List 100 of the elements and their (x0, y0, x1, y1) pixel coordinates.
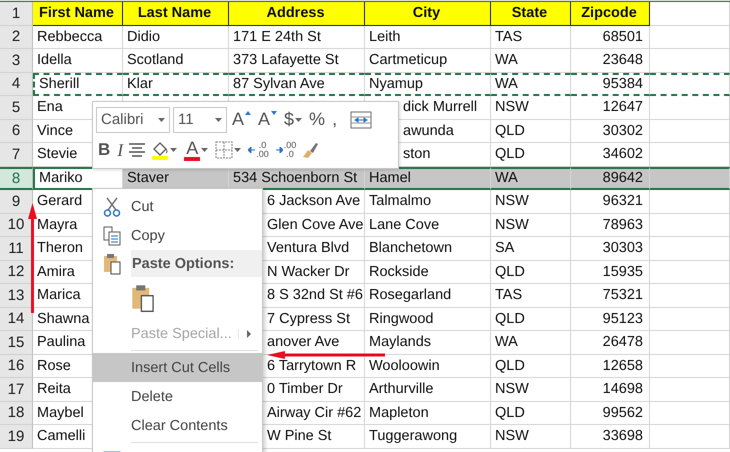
table-cell: NSW (491, 190, 571, 214)
table-cell: NSW (491, 214, 571, 237)
row-number[interactable]: 15 (0, 331, 33, 354)
table-cell: WA (491, 49, 571, 72)
table-cell: 15935 (571, 260, 650, 284)
dropdown-caret-icon[interactable] (295, 118, 302, 122)
table-cell: Blanchetown (365, 237, 491, 260)
row-number[interactable]: 17 (0, 378, 33, 402)
table-cell: 75321 (571, 284, 650, 308)
table-cell: 26478 (571, 331, 650, 354)
format-button[interactable]: % (307, 106, 328, 133)
table-cell: Talmalmo (365, 190, 491, 214)
row-number[interactable]: 7 (0, 143, 33, 166)
table-cell: Rockside (365, 260, 491, 284)
column-heading: Address (229, 2, 365, 26)
borders-icon (215, 141, 234, 160)
currency-button[interactable]: $ (282, 106, 304, 133)
table-cell: NSW (491, 425, 571, 448)
caret-up-icon (245, 110, 252, 115)
table-cell: 78963 (571, 214, 650, 237)
dropdown-caret-icon[interactable] (234, 148, 242, 152)
table-cell: Rebbecca (33, 26, 123, 49)
row-number[interactable]: 8 (0, 166, 33, 190)
dropdown-caret-icon[interactable] (215, 118, 222, 122)
format-painter-icon[interactable] (301, 141, 320, 160)
row-number[interactable]: 13 (0, 284, 33, 308)
table-cell: WA (491, 72, 571, 96)
column-heading: City (365, 2, 491, 26)
table-cell: QLD (491, 308, 571, 331)
table-cell: NSW (491, 378, 571, 402)
table-cell: 95123 (571, 308, 650, 331)
dropdown-caret-icon[interactable] (201, 148, 208, 152)
table-cell: 12647 (571, 96, 650, 120)
table-cell: Nyamup (365, 72, 491, 96)
table-cell: QLD (491, 402, 571, 425)
column-heading: First Name (33, 2, 123, 26)
row-number[interactable]: 3 (0, 49, 33, 72)
shrink-font-button[interactable]: A (256, 106, 280, 133)
table-cell: QLD (491, 143, 571, 166)
menu-section-heading: Paste Options: (131, 250, 262, 277)
table-cell: Cartmeticup (365, 49, 491, 72)
table-cell: WA (491, 166, 571, 190)
row-number[interactable]: 5 (0, 96, 33, 120)
menu-item[interactable]: Insert Cut Cells (93, 353, 262, 382)
table-cell: Wooloowin (365, 354, 491, 378)
table-cell: 34602 (571, 143, 650, 166)
table-cell: 89642 (571, 166, 650, 190)
clipboard-icon[interactable] (103, 252, 121, 274)
table-cell: NSW (491, 96, 571, 120)
table-cell: Hamel (365, 166, 491, 190)
table-cell: Arthurville (365, 378, 491, 402)
table-cell: Klar (123, 72, 229, 96)
table-cell: 30302 (571, 120, 650, 143)
table-cell: 95384 (571, 72, 650, 96)
table-cell: Scotland (123, 49, 229, 72)
column-heading: State (491, 2, 571, 26)
row-number[interactable]: 9 (0, 190, 33, 214)
row-number[interactable]: 16 (0, 354, 33, 378)
table-cell: 33698 (571, 425, 650, 448)
table-cell: 68501 (571, 26, 650, 49)
table-cell: QLD (491, 260, 571, 284)
paint-bucket-icon (151, 140, 170, 156)
table-cell: Mapleton (365, 402, 491, 425)
row-number[interactable]: 19 (0, 425, 33, 448)
table-cell: 373 Lafayette St (229, 49, 365, 72)
font-size-field[interactable]: 11 (173, 106, 227, 133)
table-cell: Sherill (33, 72, 123, 96)
table-cell: Rosegarland (365, 284, 491, 308)
table-cell: QLD (491, 354, 571, 378)
grow-font-button[interactable]: A (230, 106, 254, 133)
decrease-decimal-button[interactable]: .00 .0 (274, 137, 298, 164)
table-cell: 12658 (571, 354, 650, 378)
row-number[interactable]: 6 (0, 120, 33, 143)
clipboard-icon[interactable] (131, 284, 154, 312)
row-number[interactable]: 2 (0, 26, 33, 49)
table-cell: 14698 (571, 378, 650, 402)
increase-decimal-button[interactable]: .0 .00 (246, 137, 271, 164)
column-heading: Last Name (123, 2, 229, 26)
row-number[interactable]: 11 (0, 237, 33, 260)
row-number[interactable]: 12 (0, 260, 33, 284)
table-cell: QLD (491, 120, 571, 143)
dropdown-caret-icon[interactable] (158, 118, 165, 122)
row-number[interactable]: 18 (0, 402, 33, 425)
dropdown-caret-icon[interactable] (170, 148, 178, 152)
table-cell: TAS (491, 26, 571, 49)
caret-down-icon (271, 110, 278, 115)
align-center-icon[interactable] (128, 143, 146, 158)
row-number[interactable]: 1 (0, 2, 33, 26)
table-cell: SA (491, 237, 571, 260)
font-color-button[interactable]: A (182, 137, 210, 164)
table-cell: 30303 (571, 237, 650, 260)
table-cell: Mariko (33, 166, 123, 190)
row-number[interactable]: 14 (0, 308, 33, 331)
table-cell: WA (491, 331, 571, 354)
column-heading: Zipcode (571, 2, 650, 26)
scissors-icon (103, 196, 121, 216)
row-number[interactable]: 4 (0, 72, 33, 96)
table-cell: Idella (33, 49, 123, 72)
wrap-text-icon[interactable] (350, 110, 372, 129)
format-button[interactable]: , (330, 106, 340, 133)
